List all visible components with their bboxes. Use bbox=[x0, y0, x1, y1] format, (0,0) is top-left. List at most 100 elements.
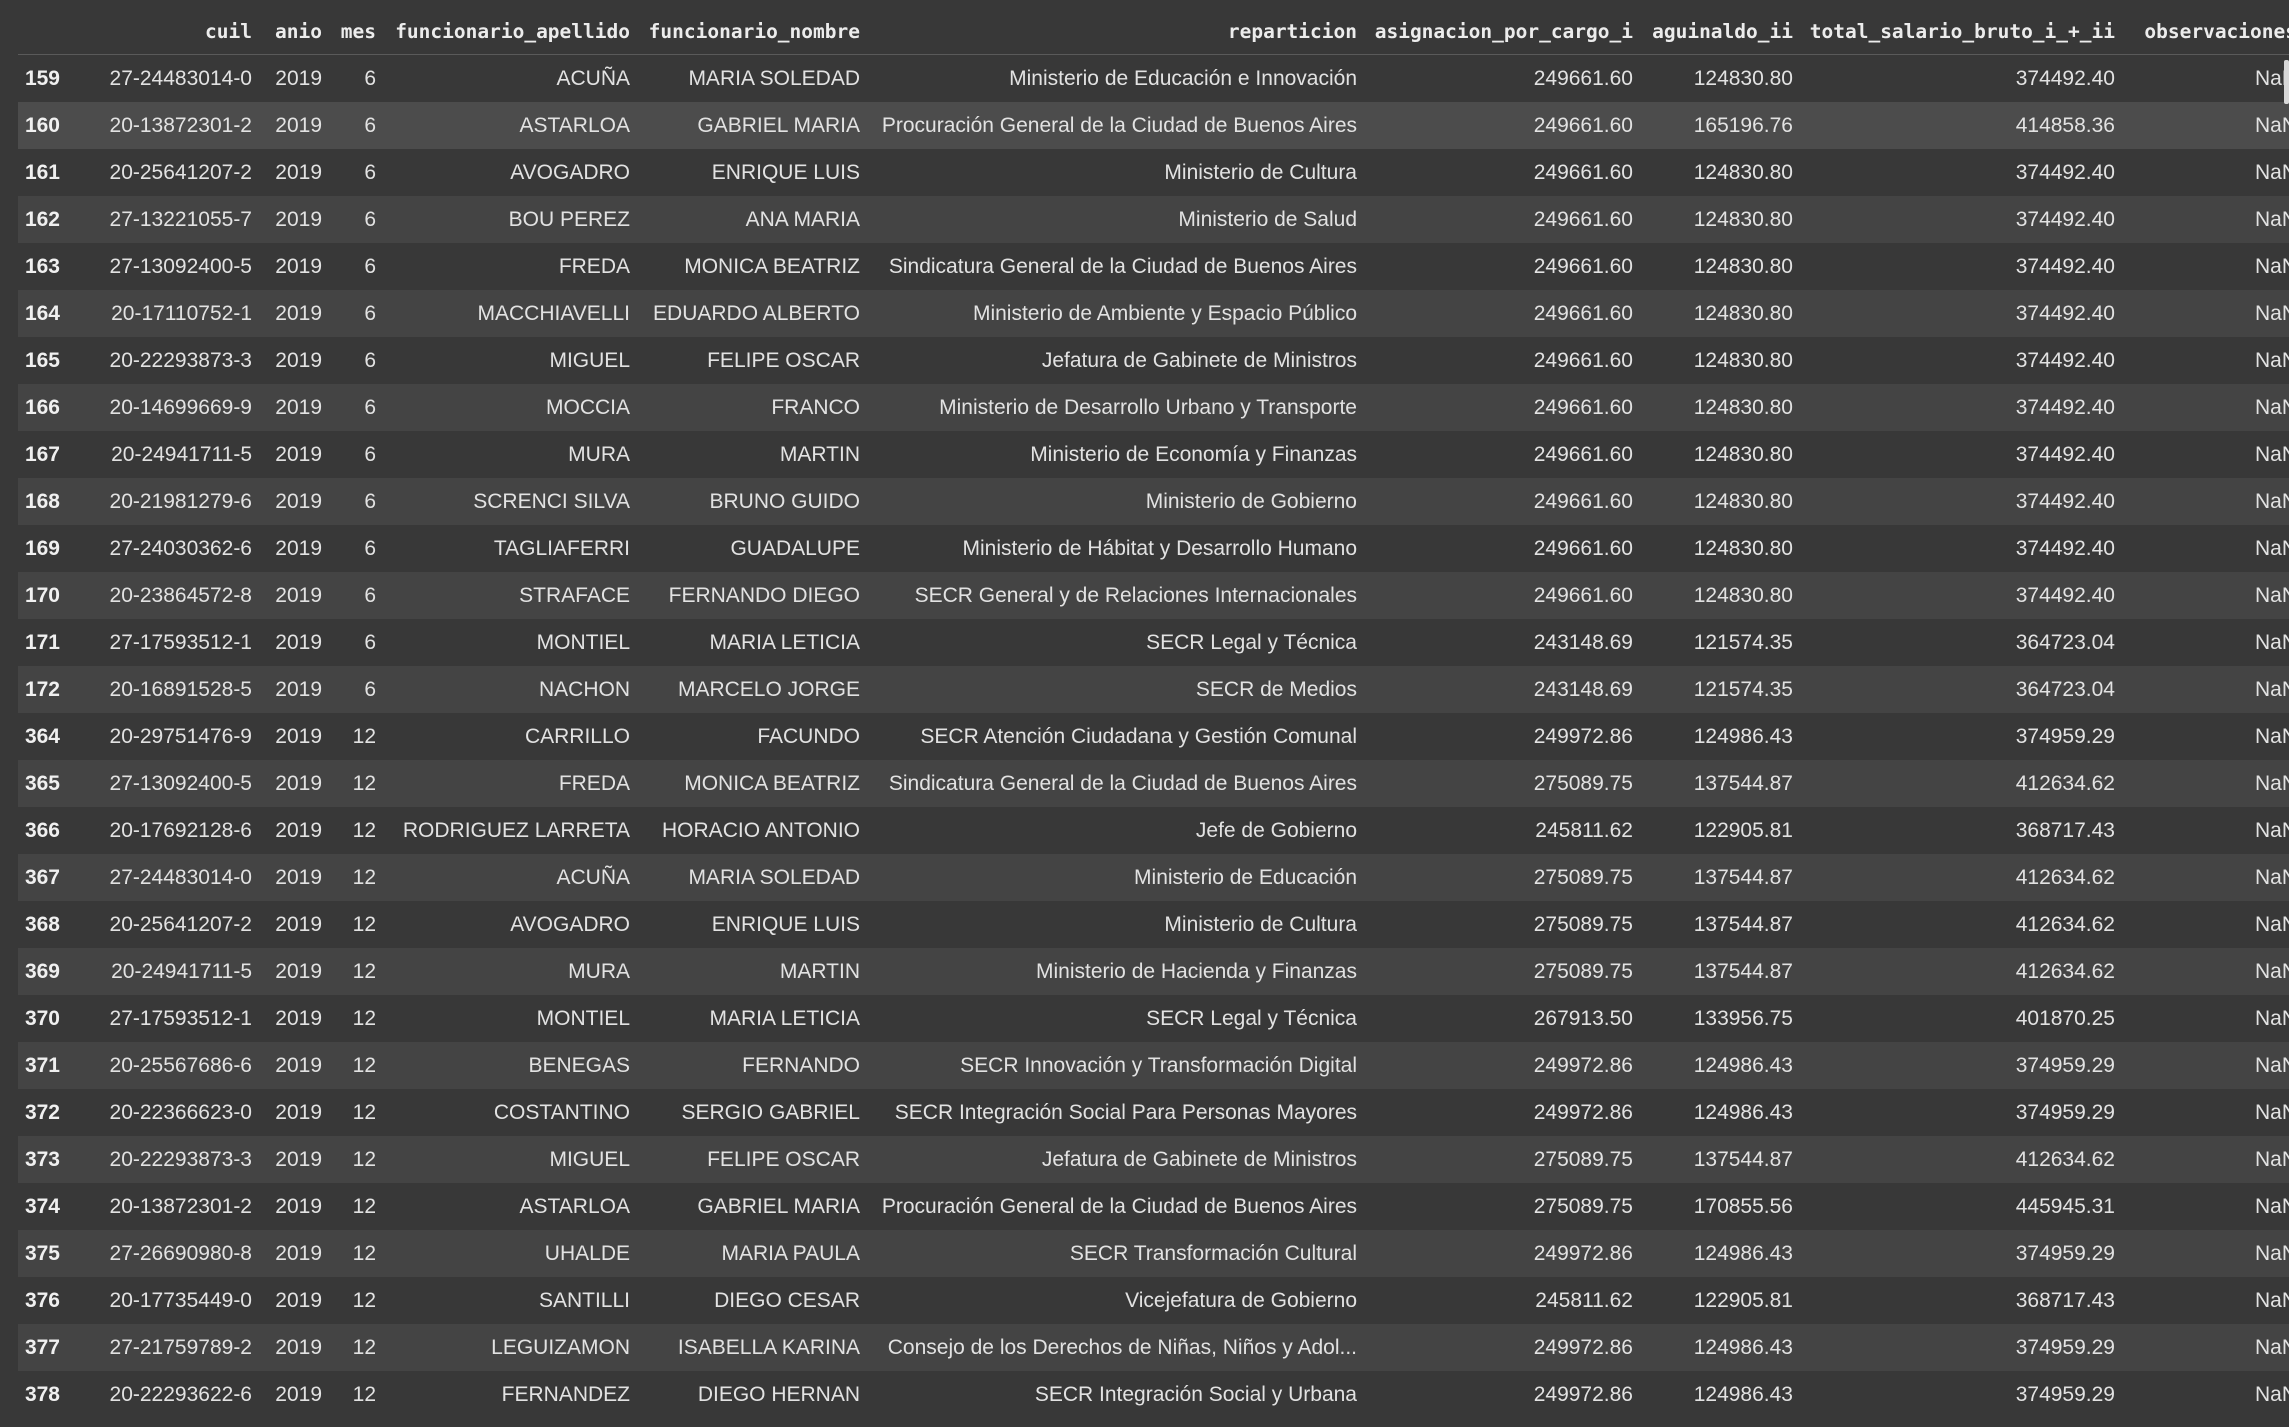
cell-funcionario-apellido: FREDA bbox=[386, 760, 640, 807]
cell-cuil: 27-17593512-1 bbox=[70, 995, 262, 1042]
cell-asignacion-por-cargo: 245811.62 bbox=[1367, 807, 1643, 854]
cell-reparticion: Vicejefatura de Gobierno bbox=[870, 1277, 1367, 1324]
cell-asignacion-por-cargo: 275089.75 bbox=[1367, 948, 1643, 995]
cell-observaciones: NaN bbox=[2125, 149, 2289, 196]
cell-cuil: 20-23864572-8 bbox=[70, 572, 262, 619]
cell-asignacion-por-cargo: 275089.75 bbox=[1367, 901, 1643, 948]
cell-reparticion: Consejo de los Derechos de Niñas, Niños … bbox=[870, 1324, 1367, 1371]
cell-funcionario-apellido: COSTANTINO bbox=[386, 1089, 640, 1136]
cell-observaciones: NaN bbox=[2125, 243, 2289, 290]
cell-asignacion-por-cargo: 249972.86 bbox=[1367, 1324, 1643, 1371]
table-row: 170 20-23864572-8 2019 6 STRAFACE FERNANDO DI… bbox=[18, 572, 2289, 619]
cell-funcionario-nombre: DIEGO CESAR bbox=[640, 1277, 870, 1324]
cell-asignacion-por-cargo: 249661.60 bbox=[1367, 384, 1643, 431]
row-index: 369 bbox=[18, 948, 70, 995]
cell-total-salario-bruto: 374959.29 bbox=[1803, 1230, 2125, 1277]
cell-observaciones: NaN bbox=[2125, 1042, 2289, 1089]
cell-total-salario-bruto: 412634.62 bbox=[1803, 854, 2125, 901]
cell-total-salario-bruto: 374492.40 bbox=[1803, 384, 2125, 431]
cell-total-salario-bruto: 374492.40 bbox=[1803, 431, 2125, 478]
cell-mes: 6 bbox=[332, 149, 386, 196]
table-header-row: cuil anio mes funcionario_apellido funcionar… bbox=[18, 8, 2289, 55]
cell-anio: 2019 bbox=[262, 1324, 332, 1371]
cell-cuil: 27-24483014-0 bbox=[70, 54, 262, 102]
cell-asignacion-por-cargo: 249661.60 bbox=[1367, 243, 1643, 290]
cell-funcionario-apellido: BENEGAS bbox=[386, 1042, 640, 1089]
cell-cuil: 27-21759789-2 bbox=[70, 1324, 262, 1371]
cell-reparticion: SECR Transformación Cultural bbox=[870, 1230, 1367, 1277]
cell-reparticion: SECR Legal y Técnica bbox=[870, 619, 1367, 666]
cell-aguinaldo: 124830.80 bbox=[1643, 196, 1803, 243]
cell-reparticion: Sindicatura General de la Ciudad de Buen… bbox=[870, 760, 1367, 807]
cell-aguinaldo: 124830.80 bbox=[1643, 54, 1803, 102]
cell-cuil: 20-22366623-0 bbox=[70, 1089, 262, 1136]
row-index: 372 bbox=[18, 1089, 70, 1136]
cell-mes: 12 bbox=[332, 948, 386, 995]
cell-observaciones: NaN bbox=[2125, 1089, 2289, 1136]
cell-observaciones: NaN bbox=[2125, 572, 2289, 619]
cell-cuil: 20-17110752-1 bbox=[70, 290, 262, 337]
cell-cuil: 20-17692128-6 bbox=[70, 807, 262, 854]
column-header-mes: mes bbox=[332, 8, 386, 55]
cell-funcionario-nombre: SERGIO GABRIEL bbox=[640, 1089, 870, 1136]
cell-funcionario-apellido: AVOGADRO bbox=[386, 149, 640, 196]
cell-mes: 12 bbox=[332, 1089, 386, 1136]
row-index: 172 bbox=[18, 666, 70, 713]
cell-cuil: 27-26690980-8 bbox=[70, 1230, 262, 1277]
cell-cuil: 20-14699669-9 bbox=[70, 384, 262, 431]
column-header-funcionario-apellido: funcionario_apellido bbox=[386, 8, 640, 55]
cell-funcionario-apellido: ACUÑA bbox=[386, 54, 640, 102]
cell-aguinaldo: 137544.87 bbox=[1643, 901, 1803, 948]
cell-cuil: 20-16891528-5 bbox=[70, 666, 262, 713]
cell-funcionario-nombre: HORACIO ANTONIO bbox=[640, 807, 870, 854]
cell-observaciones: NaN bbox=[2125, 431, 2289, 478]
cell-total-salario-bruto: 412634.62 bbox=[1803, 760, 2125, 807]
cell-funcionario-nombre: ANA MARIA bbox=[640, 196, 870, 243]
cell-total-salario-bruto: 374492.40 bbox=[1803, 290, 2125, 337]
cell-reparticion: Procuración General de la Ciudad de Buen… bbox=[870, 1183, 1367, 1230]
cell-cuil: 27-17593512-1 bbox=[70, 619, 262, 666]
cell-mes: 6 bbox=[332, 196, 386, 243]
column-header-asignacion-por-cargo: asignacion_por_cargo_i bbox=[1367, 8, 1643, 55]
row-index: 375 bbox=[18, 1230, 70, 1277]
cell-funcionario-apellido: SCRENCI SILVA bbox=[386, 478, 640, 525]
cell-funcionario-apellido: FREDA bbox=[386, 243, 640, 290]
cell-aguinaldo: 124830.80 bbox=[1643, 337, 1803, 384]
cell-asignacion-por-cargo: 249972.86 bbox=[1367, 1089, 1643, 1136]
cell-observaciones: NaN bbox=[2125, 760, 2289, 807]
cell-anio: 2019 bbox=[262, 1136, 332, 1183]
cell-mes: 12 bbox=[332, 760, 386, 807]
cell-observaciones: NaN bbox=[2125, 901, 2289, 948]
column-header-index bbox=[18, 8, 70, 55]
table-row: 165 20-22293873-3 2019 6 MIGUEL FELIPE OSCAR J… bbox=[18, 337, 2289, 384]
cell-observaciones: NaN bbox=[2125, 384, 2289, 431]
cell-total-salario-bruto: 374492.40 bbox=[1803, 478, 2125, 525]
cell-funcionario-nombre: MARIA PAULA bbox=[640, 1230, 870, 1277]
table-row: 378 20-22293622-6 2019 12 FERNANDEZ DIEGO HER… bbox=[18, 1371, 2289, 1418]
cell-asignacion-por-cargo: 275089.75 bbox=[1367, 854, 1643, 901]
cell-total-salario-bruto: 445945.31 bbox=[1803, 1183, 2125, 1230]
cell-funcionario-apellido: NACHON bbox=[386, 666, 640, 713]
cell-anio: 2019 bbox=[262, 337, 332, 384]
table-row: 371 20-25567686-6 2019 12 BENEGAS FERNANDO SEC… bbox=[18, 1042, 2289, 1089]
cell-asignacion-por-cargo: 249661.60 bbox=[1367, 102, 1643, 149]
cell-funcionario-apellido: MIGUEL bbox=[386, 337, 640, 384]
cell-total-salario-bruto: 414858.36 bbox=[1803, 102, 2125, 149]
cell-total-salario-bruto: 374959.29 bbox=[1803, 1089, 2125, 1136]
cell-mes: 12 bbox=[332, 713, 386, 760]
cell-mes: 12 bbox=[332, 1277, 386, 1324]
cell-asignacion-por-cargo: 249972.86 bbox=[1367, 1371, 1643, 1418]
cell-aguinaldo: 137544.87 bbox=[1643, 948, 1803, 995]
cell-total-salario-bruto: 412634.62 bbox=[1803, 1136, 2125, 1183]
scrollbar[interactable] bbox=[2284, 60, 2289, 104]
cell-funcionario-nombre: FRANCO bbox=[640, 384, 870, 431]
cell-total-salario-bruto: 364723.04 bbox=[1803, 666, 2125, 713]
column-header-total-salario-bruto: total_salario_bruto_i_+_ii bbox=[1803, 8, 2125, 55]
cell-asignacion-por-cargo: 267913.50 bbox=[1367, 995, 1643, 1042]
row-index: 370 bbox=[18, 995, 70, 1042]
cell-aguinaldo: 124986.43 bbox=[1643, 713, 1803, 760]
cell-anio: 2019 bbox=[262, 1089, 332, 1136]
cell-reparticion: Ministerio de Cultura bbox=[870, 149, 1367, 196]
cell-funcionario-nombre: GABRIEL MARIA bbox=[640, 1183, 870, 1230]
cell-funcionario-apellido: MONTIEL bbox=[386, 995, 640, 1042]
